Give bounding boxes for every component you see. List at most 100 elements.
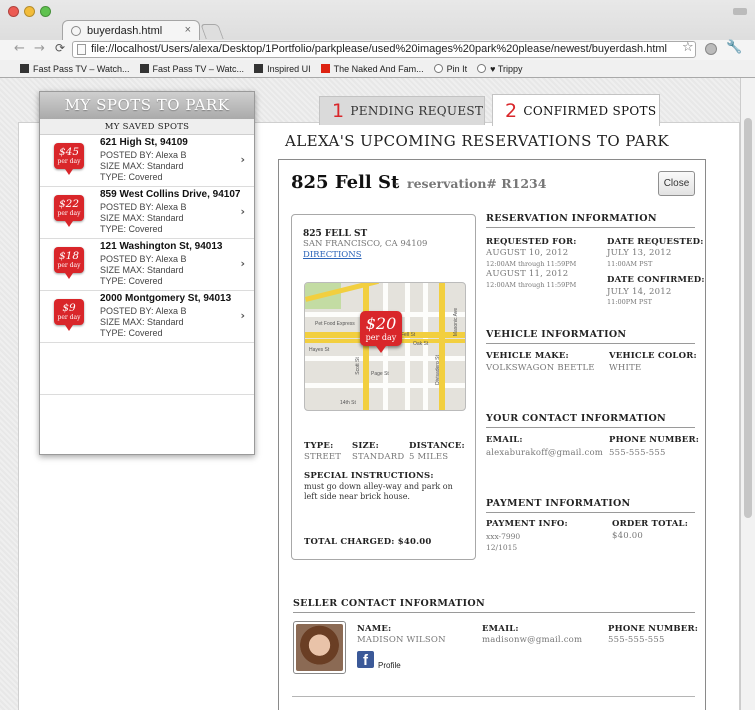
requested-for-label: REQUESTED FOR: [486,237,577,247]
map-label: Fell St [401,332,416,338]
vehicle-make-value: VOLKSWAGON BEETLE [486,363,595,373]
saved-spot-item[interactable]: $18 per day 121 Washington St, 94013 POST… [40,239,254,291]
price-tag: $9 per day [54,299,84,331]
chevron-right-icon[interactable]: › [240,257,245,270]
spot-posted-by: POSTED BY: Alexa B [100,254,187,264]
youtube-icon [320,64,330,73]
special-instructions-line: left side near brick house. [304,492,410,501]
saved-spot-item[interactable]: $22 per day 859 West Collins Drive, 94107… [40,187,254,239]
bookmark-item[interactable]: Inspired UI [254,64,311,74]
reload-icon[interactable]: ⟳ [55,41,65,55]
minimize-window-button[interactable] [24,6,35,17]
bookmark-item[interactable]: ♥ Trippy [477,64,523,74]
forward-arrow-icon[interactable]: → [34,41,45,56]
map-road [405,283,410,410]
order-total-label: ORDER TOTAL: [612,519,689,529]
requested-time: 12:00AM through 11:59PM [486,281,577,289]
spot-type: TYPE: Covered [100,276,163,286]
bookmark-star-icon[interactable]: ☆ [682,40,694,55]
spot-address: 859 West Collins Drive, 94107 [100,189,241,200]
new-tab-button[interactable] [200,24,224,39]
map-road [423,283,428,410]
spot-type: TYPE: Covered [100,328,163,338]
sidebar-subtitle: MY SAVED SPOTS [40,119,254,135]
map-label: Page St [371,371,389,377]
zoom-window-button[interactable] [40,6,51,17]
url-text: file://localhost/Users/alexa/Desktop/1Po… [91,43,667,55]
seller-name-label: NAME: [357,624,392,634]
bookmark-item[interactable]: Pin It [433,64,467,74]
facebook-profile-link[interactable]: Profile [378,661,401,670]
back-arrow-icon[interactable]: ← [14,41,25,56]
type-value: STREET [304,452,342,462]
directions-link[interactable]: DIRECTIONS [303,250,362,260]
bookmark-item[interactable]: Fast Pass TV – Watch... [20,64,130,74]
date-confirmed-label: DATE CONFIRMED: [607,275,705,285]
spot-size: SIZE MAX: Standard [100,213,184,223]
spot-address: 621 High St, 94109 [100,137,188,148]
map-label: 14th St [340,400,356,406]
page-title: ALEXA'S UPCOMING RESERVATIONS TO PARK [285,132,669,150]
spot-size: SIZE MAX: Standard [100,317,184,327]
tv-icon [139,64,149,73]
spot-posted-by: POSTED BY: Alexa B [100,150,187,160]
saved-spot-item[interactable]: $9 per day 2000 Montgomery St, 94013 POST… [40,291,254,343]
chevron-right-icon[interactable]: › [240,153,245,166]
date-confirmed-value: JULY 14, 2012 [607,287,672,297]
close-button[interactable]: Close [658,171,695,196]
bookmark-item[interactable]: Fast Pass TV – Watc... [139,64,244,74]
sidebar-title: MY SPOTS TO PARK [40,92,254,119]
price-tag: $45 per day [54,143,84,175]
page-favicon-icon [71,25,81,36]
reservation-info-header: RESERVATION INFORMATION [486,213,695,228]
tab-confirmed-spots[interactable]: 2 CONFIRMED SPOTS [492,94,660,126]
divider [292,696,695,697]
map-label: Masonic Ave [453,307,460,337]
extension-icon[interactable] [705,43,717,55]
vertical-scrollbar[interactable] [740,78,755,710]
date-requested-value: JULY 13, 2012 [607,248,672,258]
tab-number: 2 [505,99,518,122]
card-expiry: 12/1015 [486,543,518,552]
ui-icon [254,64,264,73]
spot-type: TYPE: Covered [100,172,163,182]
map-major-road [363,283,369,410]
seller-phone-value: 555-555-555 [608,635,665,645]
chevron-right-icon[interactable]: › [240,205,245,218]
payment-info-label: PAYMENT INFO: [486,519,568,529]
close-window-button[interactable] [8,6,19,17]
tab-label: PENDING REQUEST [350,104,484,118]
seller-name-value: MADISON WILSON [357,635,446,645]
spot-posted-by: POSTED BY: Alexa B [100,306,187,316]
spot-address: 121 Washington St, 94013 [100,241,223,252]
close-tab-icon[interactable]: × [185,24,191,36]
address-bar[interactable]: file://localhost/Users/alexa/Desktop/1Po… [72,41,696,58]
map-label: Scott St [354,357,361,375]
wrench-menu-icon[interactable]: 🔧 [726,40,742,55]
browser-tab[interactable]: buyerdash.html × [62,20,200,40]
tab-pending-request[interactable]: 1 PENDING REQUEST [319,96,485,125]
requested-date: AUGUST 10, 2012 [486,248,569,258]
chevron-right-icon[interactable]: › [240,309,245,322]
size-value: STANDARD [352,452,405,462]
browser-tab-title: buyerdash.html [87,24,163,37]
price-tag: $18 per day [54,247,84,279]
spot-address: 2000 Montgomery St, 94013 [100,293,232,304]
saved-spot-item[interactable]: $45 per day 621 High St, 94109 POSTED BY:… [40,135,254,187]
pin-icon [433,64,443,73]
window-resize-pill[interactable] [733,8,747,15]
tab-number: 1 [332,100,345,122]
contact-info-header: YOUR CONTACT INFORMATION [486,413,695,428]
total-charged: TOTAL CHARGED: $40.00 [304,537,432,547]
order-total-value: $40.00 [612,531,643,541]
scrollbar-thumb[interactable] [744,118,752,518]
map-label: Hayes St [309,347,330,353]
type-label: TYPE: [304,441,334,451]
bookmark-item[interactable]: The Naked And Fam... [320,64,424,74]
browser-chrome: buyerdash.html × ← → ⟳ file://localhost/… [0,0,755,78]
reservation-street: 825 Fell St [291,172,400,193]
facebook-icon[interactable]: f [357,651,374,669]
payment-info-header: PAYMENT INFORMATION [486,498,695,513]
email-value: alexaburakoff@gmail.com [486,448,604,458]
date-requested-label: DATE REQUESTED: [607,237,704,247]
